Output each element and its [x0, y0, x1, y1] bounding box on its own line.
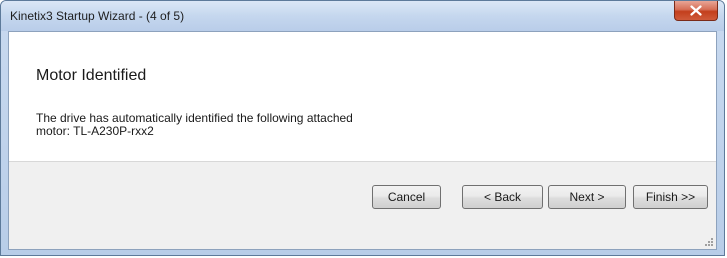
- close-button[interactable]: [674, 1, 718, 21]
- window-title: Kinetix3 Startup Wizard - (4 of 5): [10, 9, 185, 23]
- back-button-label: < Back: [483, 190, 522, 204]
- back-button[interactable]: < Back: [462, 185, 543, 209]
- page-heading: Motor Identified: [36, 67, 147, 84]
- close-icon: [690, 5, 702, 16]
- title-bar[interactable]: Kinetix3 Startup Wizard - (4 of 5): [1, 1, 724, 31]
- next-button[interactable]: Next >: [548, 185, 626, 209]
- resize-grip-icon[interactable]: [704, 237, 714, 247]
- description-line-2: motor: TL-A230P-rxx2: [36, 124, 154, 138]
- finish-button[interactable]: Finish >>: [633, 185, 708, 209]
- cancel-button[interactable]: Cancel: [372, 185, 441, 209]
- next-button-label: Next >: [569, 190, 605, 204]
- description-text: The drive has automatically identified t…: [36, 112, 456, 138]
- wizard-client-area: Motor Identified The drive has automatic…: [8, 31, 717, 250]
- cancel-button-label: Cancel: [387, 190, 426, 204]
- wizard-content-panel: Motor Identified The drive has automatic…: [9, 32, 716, 162]
- finish-button-label: Finish >>: [645, 190, 696, 204]
- wizard-window: Kinetix3 Startup Wizard - (4 of 5) Motor…: [0, 0, 725, 256]
